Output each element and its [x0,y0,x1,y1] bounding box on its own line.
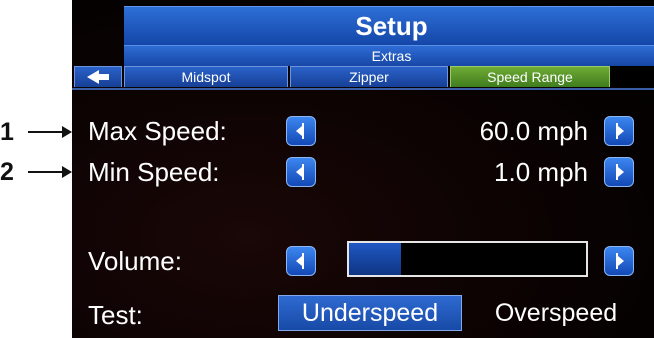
max-speed-decrease-button[interactable] [286,116,316,146]
chevron-left-icon [296,164,304,180]
callout-arrow-icon [62,126,72,138]
callout-2: 2 [0,157,72,187]
tab-zipper[interactable]: Zipper [290,66,448,87]
volume-increase-button[interactable] [604,246,634,276]
tab-bar: Midspot Zipper Speed Range [72,66,654,88]
max-speed-value: 60.0 mph [479,116,588,146]
callout-line [28,131,62,133]
min-speed-increase-button[interactable] [604,157,634,187]
chevron-right-icon [616,123,624,139]
volume-decrease-button[interactable] [286,246,316,276]
min-speed-decrease-button[interactable] [286,157,316,187]
tab-speed-range[interactable]: Speed Range [450,66,610,87]
min-speed-value: 1.0 mph [494,157,588,187]
max-speed-label: Max Speed: [88,116,227,146]
callout-arrow-icon [62,166,72,178]
tab-midspot[interactable]: Midspot [124,66,288,87]
volume-slider[interactable] [347,241,588,277]
volume-label: Volume: [88,246,182,276]
overspeed-test-button[interactable]: Overspeed [476,296,636,330]
chevron-right-icon [616,253,624,269]
tab-spacer [612,66,654,87]
min-speed-label: Min Speed: [88,157,220,187]
chevron-left-icon [296,253,304,269]
back-arrow-icon [87,70,109,84]
callout-1: 1 [0,117,72,147]
chevron-right-icon [616,164,624,180]
max-speed-increase-button[interactable] [604,116,634,146]
page-title: Setup [124,6,654,45]
underspeed-test-button[interactable]: Underspeed [278,295,462,331]
volume-level-fill [349,243,402,275]
callout-number: 2 [0,157,14,186]
callout-line [28,171,62,173]
test-label: Test: [88,300,143,330]
device-screen: Setup Extras Midspot Zipper Speed Range … [72,0,654,338]
section-subtitle: Extras [124,45,654,66]
callout-number: 1 [0,117,14,146]
chevron-left-icon [296,123,304,139]
tabs-divider [72,88,654,90]
back-button[interactable] [74,66,122,87]
